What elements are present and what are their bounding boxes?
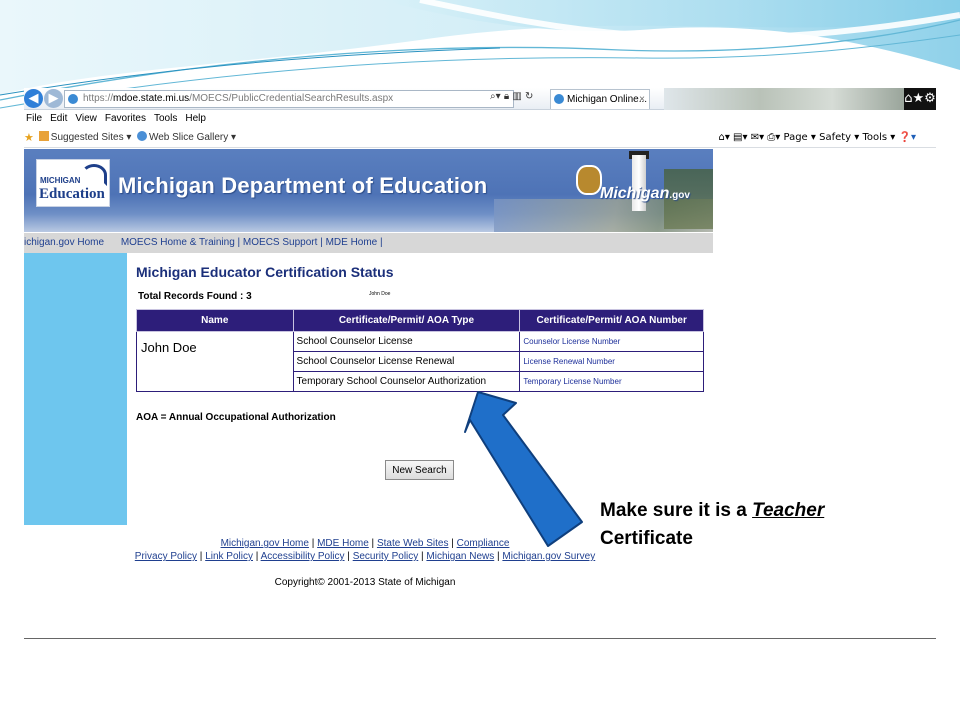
aoa-definition: AOA = Annual Occupational Authorization	[136, 412, 336, 423]
logo-top-text: MICHIGAN	[40, 176, 81, 185]
page-menu[interactable]: Page ▾	[784, 132, 816, 143]
table-row: John Doe School Counselor License Counse…	[136, 331, 704, 392]
column-header-number: Certificate/Permit/ AOA Number	[519, 309, 704, 332]
menu-edit[interactable]: Edit	[50, 113, 67, 124]
tools-menu[interactable]: Tools ▾	[862, 132, 895, 143]
footer-link-michigan-gov-home[interactable]: Michigan.gov Home	[221, 538, 309, 549]
footer-link-michigan-gov-survey[interactable]: Michigan.gov Survey	[502, 551, 595, 562]
certificate-number-link[interactable]: License Renewal Number	[519, 351, 704, 372]
footer-link-link-policy[interactable]: Link Policy	[205, 551, 253, 562]
menu-help[interactable]: Help	[185, 113, 206, 124]
mde-logo[interactable]: MICHIGAN Education	[36, 159, 110, 207]
annotation-note: Make sure it is a Teacher Certificate	[600, 497, 824, 553]
nav-moecs-support[interactable]: MOECS Support	[243, 237, 317, 248]
michigan-gov-logo[interactable]: Michigan.gov	[600, 185, 690, 203]
logo-swoosh-icon	[81, 164, 107, 186]
footer-link-privacy-policy[interactable]: Privacy Policy	[135, 551, 197, 562]
refresh-icon[interactable]: ↻	[525, 91, 533, 102]
certificate-type: School Counselor License	[292, 331, 521, 352]
footer-link-compliance[interactable]: Compliance	[457, 538, 510, 549]
educator-name: John Doe	[136, 331, 294, 392]
footer-link-security-policy[interactable]: Security Policy	[353, 551, 419, 562]
nav-separator: |	[234, 237, 243, 248]
banner-title: Michigan Department of Education	[118, 173, 488, 198]
footer-link-state-web-sites[interactable]: State Web Sites	[377, 538, 449, 549]
safety-menu[interactable]: Safety ▾	[819, 132, 859, 143]
gear-icon[interactable]: ⚙	[924, 91, 936, 106]
url-actions: ⌕▾ 🔒︎ ▥ ↻	[490, 91, 533, 102]
suggested-sites-icon	[38, 131, 49, 141]
certificate-type: Temporary School Counselor Authorization	[292, 371, 521, 392]
nav-separator: |	[317, 237, 326, 248]
portal-name: Michigan	[600, 185, 670, 202]
url-path: /MOECS/PublicCredentialSearchResults.asp…	[189, 93, 394, 104]
close-icon[interactable]: ×	[639, 90, 645, 109]
web-slice-icon	[136, 131, 147, 141]
favorites-bar: ★ Suggested Sites ▾ Web Slice Gallery ▾ …	[24, 128, 936, 148]
footer-link-mde-home[interactable]: MDE Home	[317, 538, 369, 549]
browser-tab[interactable]: Michigan Online... ×	[550, 89, 650, 109]
new-search-button[interactable]: New Search	[385, 460, 454, 480]
page-viewport: MICHIGAN Education Michigan Department o…	[24, 149, 936, 639]
column-header-name: Name	[136, 309, 294, 332]
feeds-icon[interactable]: ▤▾	[733, 132, 747, 143]
site-nav-bar: ichigan.gov Home MOECS Home & Training |…	[24, 233, 713, 253]
lock-icon[interactable]: 🔒︎	[504, 91, 509, 102]
home-page-icon[interactable]: ⌂▾	[718, 132, 729, 143]
web-slice-gallery-link[interactable]: Web Slice Gallery ▾	[149, 132, 236, 143]
footer-link-michigan-news[interactable]: Michigan News	[426, 551, 494, 562]
menu-file[interactable]: File	[26, 113, 42, 124]
url-host: mdoe.state.mi.us	[113, 93, 190, 104]
menu-view[interactable]: View	[75, 113, 97, 124]
left-sidebar	[24, 253, 127, 525]
toolbar-background-image	[664, 88, 904, 110]
compat-icon[interactable]: ▥	[512, 91, 521, 102]
help-icon[interactable]: ❓▾	[899, 132, 916, 143]
url-scheme: https://	[83, 93, 114, 104]
search-icon[interactable]: ⌕▾	[490, 91, 501, 102]
michigan-seal-icon	[576, 165, 602, 195]
annotation-prefix: Make sure it is a	[600, 500, 753, 521]
star-icon[interactable]: ★	[912, 91, 924, 106]
nav-michigan-gov-home[interactable]: ichigan.gov Home	[24, 237, 104, 248]
favorites-star-icon[interactable]: ★	[24, 128, 34, 144]
back-icon[interactable]: ◀	[24, 89, 43, 108]
browser-quick-icons: ⌂★⚙	[904, 88, 936, 110]
records-count: Total Records Found : 3	[138, 291, 252, 302]
print-icon[interactable]: ⎙▾	[767, 132, 780, 143]
annotation-emphasis: Teacher	[752, 500, 825, 521]
suggested-sites-link[interactable]: Suggested Sites ▾	[51, 132, 132, 143]
column-header-type: Certificate/Permit/ AOA Type	[292, 309, 521, 332]
mde-banner: MICHIGAN Education Michigan Department o…	[24, 149, 713, 232]
certification-table: Name Certificate/Permit/ AOA Type Certif…	[136, 309, 704, 392]
certificate-number-link[interactable]: Counselor License Number	[519, 331, 704, 352]
browser-menu-bar: File Edit View Favorites Tools Help	[24, 111, 936, 127]
page-title: Michigan Educator Certification Status	[136, 264, 394, 280]
mail-icon[interactable]: ✉▾	[751, 132, 764, 143]
certificate-number-link[interactable]: Temporary License Number	[519, 371, 704, 392]
certificate-type: School Counselor License Renewal	[292, 351, 521, 372]
menu-tools[interactable]: Tools	[154, 113, 177, 124]
nav-moecs-home-training[interactable]: MOECS Home & Training	[121, 237, 235, 248]
forward-icon[interactable]: ▶	[44, 89, 63, 108]
portal-suffix: .gov	[669, 190, 690, 201]
footer-link-accessibility-policy[interactable]: Accessibility Policy	[261, 551, 345, 562]
menu-favorites[interactable]: Favorites	[105, 113, 146, 124]
site-favicon-icon	[68, 94, 78, 104]
search-name-label: John Doe	[369, 291, 391, 297]
command-bar: ⌂▾ ▤▾ ✉▾ ⎙▾ Page ▾ Safety ▾ Tools ▾ ❓▾	[718, 128, 916, 148]
tab-favicon-icon	[554, 94, 564, 104]
annotation-line2: Certificate	[600, 528, 693, 549]
url-input[interactable]: https://mdoe.state.mi.us/MOECS/PublicCre…	[64, 90, 514, 108]
nav-mde-home[interactable]: MDE Home	[326, 237, 378, 248]
tab-title: Michigan Online...	[567, 94, 648, 105]
nav-separator: |	[377, 237, 383, 248]
browser-address-bar: ◀ ▶ https://mdoe.state.mi.us/MOECS/Publi…	[24, 88, 936, 110]
table-header-row: Name Certificate/Permit/ AOA Type Certif…	[136, 309, 704, 332]
copyright-text: Copyright© 2001-2013 State of Michigan	[274, 577, 456, 588]
logo-bottom-text: Education	[39, 186, 105, 202]
